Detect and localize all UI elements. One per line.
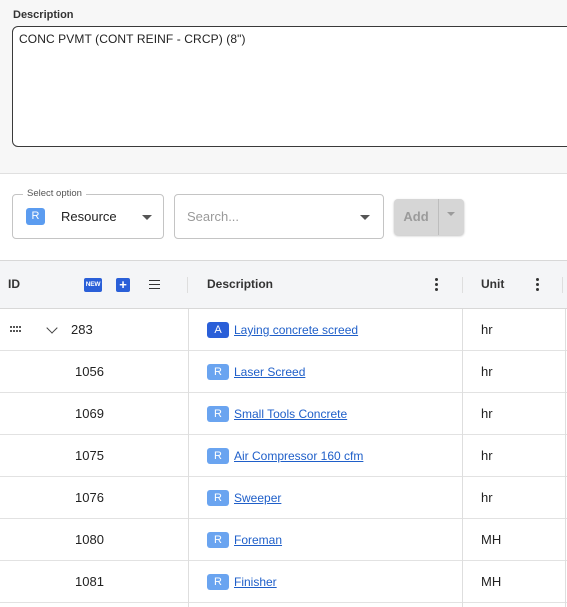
row-id: 1069 (75, 406, 104, 421)
row-unit: MH (481, 574, 502, 589)
column-separator[interactable] (187, 277, 188, 293)
row-id: 1075 (75, 448, 104, 463)
row-unit: MH (481, 532, 502, 547)
description-value: CONC PVMT (CONT REINF - CRCP) (8") (19, 32, 246, 46)
row-id: 1056 (75, 364, 104, 379)
type-badge: R (207, 532, 229, 548)
row-unit: hr (481, 406, 493, 421)
grid-header: ID NEW + Description Unit (0, 260, 567, 309)
description-link[interactable]: Sweeper (234, 477, 281, 519)
column-menu-icon[interactable] (536, 278, 539, 291)
type-badge: R (207, 406, 229, 422)
row-unit: hr (481, 322, 493, 337)
description-section: Description CONC PVMT (CONT REINF - CRCP… (0, 0, 567, 174)
type-badge: R (207, 364, 229, 380)
row-unit: hr (481, 448, 493, 463)
add-split-button: Add (394, 199, 464, 235)
type-select[interactable]: Select option R Resource (12, 188, 164, 239)
add-button[interactable]: Add (394, 199, 438, 235)
header-unit[interactable]: Unit (481, 261, 504, 308)
table-row[interactable]: 1076 R Sweeper hr (0, 477, 567, 519)
description-link[interactable]: Finisher (234, 561, 277, 603)
add-dropdown-button[interactable] (439, 199, 464, 235)
row-unit: hr (481, 364, 493, 379)
table-row[interactable]: 1056 R Laser Screed hr (0, 351, 567, 393)
resource-grid: ID NEW + Description Unit 283 A Laying con… (0, 260, 567, 607)
column-separator[interactable] (562, 277, 563, 293)
table-row[interactable]: 1081 R Finisher MH (0, 561, 567, 603)
header-description[interactable]: Description (207, 261, 273, 308)
row-id: 1080 (75, 532, 104, 547)
description-link[interactable]: Small Tools Concrete (234, 393, 347, 435)
table-row[interactable]: 1069 R Small Tools Concrete hr (0, 393, 567, 435)
chevron-down-icon (360, 215, 370, 220)
select-value: Resource (61, 209, 117, 224)
chevron-down-icon[interactable] (46, 322, 58, 334)
row-id: 1081 (75, 574, 104, 589)
search-placeholder: Search... (187, 209, 240, 224)
type-badge: R (207, 448, 229, 464)
table-row[interactable]: 1075 R Air Compressor 160 cfm hr (0, 435, 567, 477)
select-legend: Select option (23, 188, 86, 199)
description-link[interactable]: Foreman (234, 519, 282, 561)
column-line (565, 309, 566, 607)
chevron-down-icon (142, 215, 152, 220)
chevron-down-icon (447, 212, 455, 216)
resource-type-badge: R (26, 208, 45, 225)
type-badge: A (207, 322, 229, 338)
new-icon[interactable]: NEW (84, 278, 102, 292)
description-label: Description (13, 9, 74, 21)
type-badge: R (207, 490, 229, 506)
add-item-toolbar: Select option R Resource Search... Add (0, 175, 567, 260)
column-line (188, 309, 189, 607)
description-textarea[interactable]: CONC PVMT (CONT REINF - CRCP) (8") (12, 26, 567, 147)
header-id[interactable]: ID (8, 261, 20, 308)
table-row[interactable]: 1080 R Foreman MH (0, 519, 567, 561)
column-line (462, 309, 463, 607)
description-link[interactable]: Laying concrete screed (234, 309, 358, 351)
type-badge: R (207, 574, 229, 590)
column-menu-icon[interactable] (435, 278, 438, 291)
row-unit: hr (481, 490, 493, 505)
search-select[interactable]: Search... (174, 194, 384, 239)
description-link[interactable]: Air Compressor 160 cfm (234, 435, 363, 477)
drag-handle-icon[interactable] (10, 326, 21, 333)
menu-icon[interactable] (149, 280, 160, 289)
table-row[interactable]: 283 A Laying concrete screed hr (0, 309, 567, 351)
description-link[interactable]: Laser Screed (234, 351, 305, 393)
column-separator[interactable] (462, 277, 463, 293)
row-id: 1076 (75, 490, 104, 505)
add-row-icon[interactable]: + (116, 278, 130, 292)
row-id: 283 (71, 322, 93, 337)
